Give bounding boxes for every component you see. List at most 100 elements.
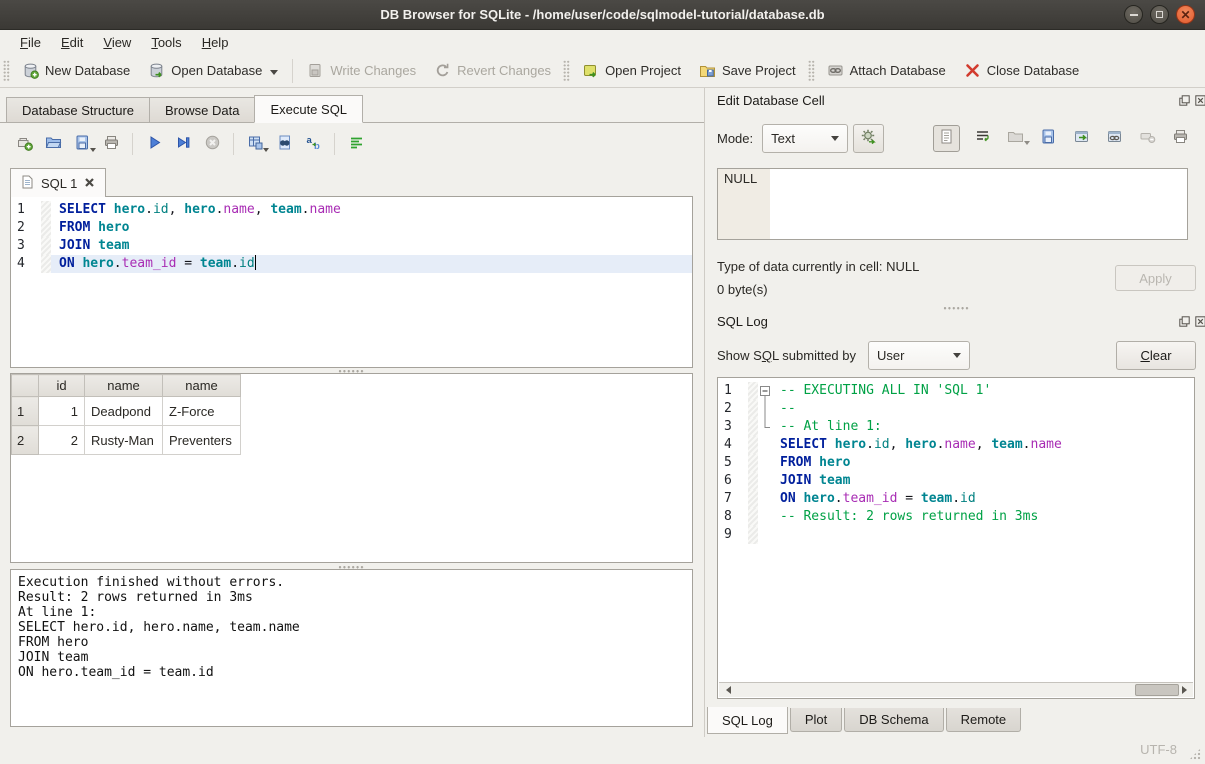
new-database-button[interactable]: New Database <box>13 56 139 86</box>
cell-editor[interactable]: NULL <box>717 168 1188 240</box>
apply-button[interactable]: Apply <box>1115 265 1196 291</box>
float-panel-icon[interactable] <box>1178 94 1191 107</box>
execute-all-button[interactable] <box>144 133 164 155</box>
close-database-button[interactable]: Close Database <box>955 56 1089 86</box>
bottom-tab-remote[interactable]: Remote <box>946 708 1022 732</box>
scroll-left-icon[interactable] <box>719 683 733 697</box>
scroll-right-icon[interactable] <box>1179 683 1193 697</box>
title-bar[interactable]: DB Browser for SQLite - /home/user/code/… <box>0 0 1205 30</box>
editor-line[interactable]: 2FROM hero <box>11 219 692 237</box>
table-row[interactable]: 11DeadpondZ-Force <box>12 397 241 426</box>
save-results-button[interactable] <box>245 133 265 155</box>
set-null-button <box>1137 127 1158 149</box>
cell[interactable]: Preventers <box>163 426 241 455</box>
toolbar-separator <box>233 133 234 155</box>
new-sql-tab-button[interactable] <box>14 133 34 155</box>
sql-doc-tab[interactable]: SQL 1 <box>10 168 106 197</box>
print-button[interactable] <box>1170 127 1191 149</box>
open-sql-file-button[interactable] <box>43 133 63 155</box>
open-database-button[interactable]: Open Database <box>139 56 287 86</box>
fold-mid-icon <box>758 400 772 418</box>
print-button[interactable] <box>101 133 121 155</box>
execute-line-button[interactable] <box>173 133 193 155</box>
resize-grip[interactable] <box>1189 748 1201 760</box>
close-button[interactable]: ✕ <box>1176 5 1195 24</box>
bottom-tab-db-schema[interactable]: DB Schema <box>844 708 943 732</box>
cell[interactable]: 2 <box>39 426 85 455</box>
cell[interactable]: Z-Force <box>163 397 241 426</box>
window-title: DB Browser for SQLite - /home/user/code/… <box>380 7 824 22</box>
pane-splitter[interactable] <box>704 88 705 737</box>
row-header[interactable]: 1 <box>12 397 39 426</box>
find-button[interactable] <box>274 133 294 155</box>
mode-select[interactable]: Text <box>762 124 848 153</box>
export-cell-icon <box>1073 128 1090 148</box>
attach-database-button[interactable]: Attach Database <box>818 56 955 86</box>
column-header-name[interactable]: name <box>163 375 241 397</box>
minimize-button[interactable] <box>1124 5 1143 24</box>
open-sql-file-icon <box>45 134 62 154</box>
auto-mode-button[interactable] <box>853 124 884 153</box>
format-button[interactable] <box>346 133 366 155</box>
gear-icon <box>860 128 877 148</box>
toolbar-handle[interactable] <box>3 60 10 82</box>
menu-tools[interactable]: Tools <box>141 32 191 53</box>
save-as-cell-button[interactable] <box>1038 127 1059 149</box>
sql-editor[interactable]: 1SELECT hero.id, hero.name, team.name2FR… <box>10 196 693 368</box>
text-mode-button[interactable] <box>933 125 960 152</box>
splitter-handle[interactable] <box>943 306 970 311</box>
menu-file[interactable]: File <box>10 32 51 53</box>
chevron-down-icon[interactable] <box>270 70 278 79</box>
fold-start-icon[interactable] <box>758 382 772 400</box>
row-header[interactable]: 2 <box>12 426 39 455</box>
editor-line[interactable]: 3JOIN team <box>11 237 692 255</box>
line-number: 9 <box>718 526 748 544</box>
scrollbar-thumb[interactable] <box>1135 684 1179 696</box>
submitted-by-select[interactable]: User <box>868 341 970 370</box>
execution-log[interactable]: Execution finished without errors. Resul… <box>10 569 693 727</box>
sql-log-view[interactable]: 1-- EXECUTING ALL IN 'SQL 1'2--3-- At li… <box>717 377 1195 699</box>
toolbar-handle[interactable] <box>808 60 815 82</box>
cell-editor-content[interactable] <box>770 169 1187 239</box>
chevron-down-icon[interactable] <box>90 148 96 155</box>
attach-database-icon <box>827 62 844 79</box>
bottom-tab-plot[interactable]: Plot <box>790 708 842 732</box>
cell[interactable]: Deadpond <box>85 397 163 426</box>
tab-database-structure[interactable]: Database Structure <box>6 97 150 123</box>
bottom-tab-sql-log[interactable]: SQL Log <box>707 707 788 734</box>
menu-edit[interactable]: Edit <box>51 32 93 53</box>
close-panel-icon[interactable] <box>1194 315 1205 328</box>
chevron-down-icon[interactable] <box>1024 141 1030 148</box>
line-number: 3 <box>11 237 41 255</box>
horizontal-scrollbar[interactable] <box>719 682 1193 697</box>
menu-help[interactable]: Help <box>192 32 239 53</box>
editor-line[interactable]: 1SELECT hero.id, hero.name, team.name <box>11 201 692 219</box>
word-wrap-button[interactable] <box>972 127 993 149</box>
open-project-button[interactable]: Open Project <box>573 56 690 86</box>
maximize-button[interactable] <box>1150 5 1169 24</box>
save-sql-file-button[interactable] <box>72 133 92 155</box>
export-cell-button[interactable] <box>1071 127 1092 149</box>
toolbar-handle[interactable] <box>563 60 570 82</box>
float-panel-icon[interactable] <box>1178 315 1191 328</box>
mode-label: Mode: <box>717 131 753 146</box>
close-panel-icon[interactable] <box>1194 94 1205 107</box>
chevron-down-icon <box>831 136 839 145</box>
tab-browse-data[interactable]: Browse Data <box>150 97 255 123</box>
tab-execute-sql[interactable]: Execute SQL <box>254 95 363 123</box>
cell[interactable]: 1 <box>39 397 85 426</box>
cell[interactable]: Rusty-Man <box>85 426 163 455</box>
gutter-margin <box>41 201 51 219</box>
clear-button[interactable]: Clear <box>1116 341 1196 370</box>
column-header-id[interactable]: id <box>39 375 85 397</box>
editor-line[interactable]: 4ON hero.team_id = team.id <box>11 255 692 273</box>
link-cell-button[interactable] <box>1104 127 1125 149</box>
column-header-name[interactable]: name <box>85 375 163 397</box>
table-row[interactable]: 22Rusty-ManPreventers <box>12 426 241 455</box>
find-replace-button[interactable]: ab <box>303 133 323 155</box>
menu-view[interactable]: View <box>93 32 141 53</box>
corner-cell[interactable] <box>12 375 39 397</box>
save-project-button[interactable]: Save Project <box>690 56 805 86</box>
tab-close-icon[interactable] <box>84 176 95 191</box>
chevron-down-icon[interactable] <box>263 148 269 155</box>
